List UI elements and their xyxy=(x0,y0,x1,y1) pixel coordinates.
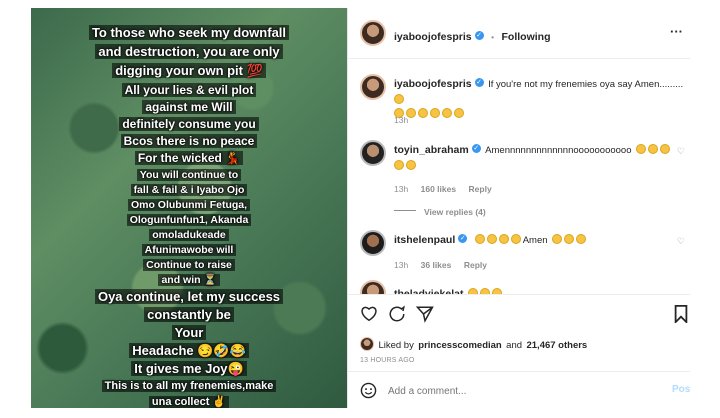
comment-username[interactable]: toyin_abraham xyxy=(394,144,469,156)
reply-button[interactable]: Reply xyxy=(464,260,487,270)
post-side-panel: iyaboojofespris ✓ • Following ··· iyabooj… xyxy=(347,8,690,408)
add-comment-input[interactable] xyxy=(386,381,650,401)
comment-time: 13h xyxy=(394,260,409,270)
emoji-icon xyxy=(552,233,562,244)
caption-line: Continue to raise xyxy=(37,259,341,272)
comment-time: 13h xyxy=(394,184,409,194)
caption-line: fall & fail & i Iyabo Ojo xyxy=(37,184,341,197)
avatar[interactable] xyxy=(360,20,386,46)
comment-likes[interactable]: 160 likes xyxy=(421,184,456,194)
emoji-icon xyxy=(486,233,497,244)
emoji-icon xyxy=(418,107,428,118)
post-comment-button[interactable]: Post xyxy=(672,384,690,395)
liked-by-prefix: Liked by xyxy=(378,340,414,351)
caption-line: This is to all my frenemies,make xyxy=(37,380,341,392)
liked-by-middle: and xyxy=(506,340,523,351)
emoji-icon xyxy=(635,143,646,154)
caption-line: Ologunfunfun1, Akanda xyxy=(37,214,341,227)
emoji-icon xyxy=(498,233,509,244)
emoji-icon xyxy=(659,143,670,154)
post-image: To those who seek my downfall and destruc… xyxy=(31,8,347,408)
comment-username[interactable]: iyaboojofespris xyxy=(394,78,472,90)
header-username[interactable]: iyaboojofespris xyxy=(394,31,472,43)
caption-line: constantly be xyxy=(37,307,341,323)
likes-count[interactable]: 21,467 others xyxy=(526,340,587,351)
comment-meta: 13h 160 likes Reply xyxy=(394,179,492,197)
likes-row: Liked by princesscomedian and 21,467 oth… xyxy=(360,335,587,353)
caption-line: and destruction, you are only xyxy=(37,44,341,60)
share-icon[interactable] xyxy=(416,305,434,323)
emoji-icon xyxy=(406,159,416,170)
view-replies-label[interactable]: View replies (4) xyxy=(424,207,486,217)
caption-line: Headache 😏🤣😂 xyxy=(37,343,341,359)
header-dot: • xyxy=(491,32,495,42)
caption-text: If you're not my frenemies oya say Amen.… xyxy=(488,79,684,90)
emoji-icon xyxy=(430,107,440,118)
emoji-icon xyxy=(394,159,404,170)
caption-time: 13h xyxy=(394,115,409,125)
header-user-row: iyaboojofespris ✓ • Following xyxy=(394,27,551,45)
emoji-icon xyxy=(394,93,404,104)
caption-line: It gives me Joy😜 xyxy=(37,361,341,377)
like-comment-icon[interactable]: ♡ xyxy=(677,236,685,247)
caption-line: digging your own pit 💯 xyxy=(37,63,341,79)
avatar[interactable] xyxy=(360,230,386,256)
comment-item: itshelenpaul ✓ Amen xyxy=(394,232,674,248)
add-comment-bar: Post xyxy=(348,371,690,408)
caption-line: Your xyxy=(37,325,341,341)
emoji-icon xyxy=(647,143,658,154)
verified-icon: ✓ xyxy=(471,144,481,154)
avatar[interactable] xyxy=(360,336,374,351)
replies-line xyxy=(394,210,416,212)
caption-comment: iyaboojofespris ✓ If you're not my frenem… xyxy=(394,76,684,120)
emoji-icon xyxy=(474,233,485,244)
verified-icon: ✓ xyxy=(458,234,468,244)
caption-line: and win ⏳ xyxy=(37,274,341,287)
caption-line: For the wicked 💃 xyxy=(37,151,341,165)
comment-item: toyin_abraham ✓ Amennnnnnnnnnnnnooooooooo… xyxy=(394,142,674,172)
emoji-icon xyxy=(454,107,464,118)
emoji-picker-icon[interactable] xyxy=(360,382,377,399)
caption-line: una collect ✌ xyxy=(37,396,341,408)
caption-line: Afunimawobe will xyxy=(37,244,341,257)
caption-line: Omo Olubunmi Fetuga, xyxy=(37,199,341,212)
caption-line: Oya continue, let my success xyxy=(37,289,341,305)
emoji-icon xyxy=(564,233,574,244)
emoji-icon xyxy=(576,233,586,244)
comment-meta: 13h 36 likes Reply xyxy=(394,255,487,273)
caption-line: omoladukeade xyxy=(37,229,341,242)
post-header: iyaboojofespris ✓ • Following ··· xyxy=(348,8,690,59)
post-timestamp: 13 HOURS AGO xyxy=(360,357,415,364)
caption-line: All your lies & evil plot xyxy=(37,83,341,97)
emoji-icon xyxy=(442,107,452,118)
instagram-post-window: To those who seek my downfall and destruc… xyxy=(31,8,690,408)
like-heart-icon[interactable] xyxy=(360,305,378,322)
caption-line: To those who seek my downfall xyxy=(37,25,341,41)
caption-line: definitely consume you xyxy=(37,117,341,131)
like-comment-icon[interactable]: ♡ xyxy=(677,146,685,157)
emoji-icon xyxy=(510,233,521,244)
caption-line: You will continue to xyxy=(37,169,341,182)
caption-line: against me Will xyxy=(37,100,341,114)
caption-line: Bcos there is no peace xyxy=(37,134,341,148)
comment-username[interactable]: itshelenpaul xyxy=(394,234,455,246)
liked-by-user[interactable]: princesscomedian xyxy=(418,340,501,351)
verified-icon: ✓ xyxy=(474,31,484,41)
reply-button[interactable]: Reply xyxy=(469,184,492,194)
avatar[interactable] xyxy=(360,74,386,100)
view-replies[interactable]: View replies (4) xyxy=(394,202,486,220)
comment-text: Amen xyxy=(522,235,548,246)
comment-icon[interactable] xyxy=(388,305,406,323)
comment-likes[interactable]: 36 likes xyxy=(421,260,452,270)
avatar[interactable] xyxy=(360,140,386,166)
verified-icon: ✓ xyxy=(474,78,484,88)
more-options-icon[interactable]: ··· xyxy=(670,24,683,39)
following-button[interactable]: Following xyxy=(502,31,551,43)
comment-text: Amennnnnnnnnnnnnooooooooooo xyxy=(485,145,632,156)
save-bookmark-icon[interactable] xyxy=(674,305,688,323)
